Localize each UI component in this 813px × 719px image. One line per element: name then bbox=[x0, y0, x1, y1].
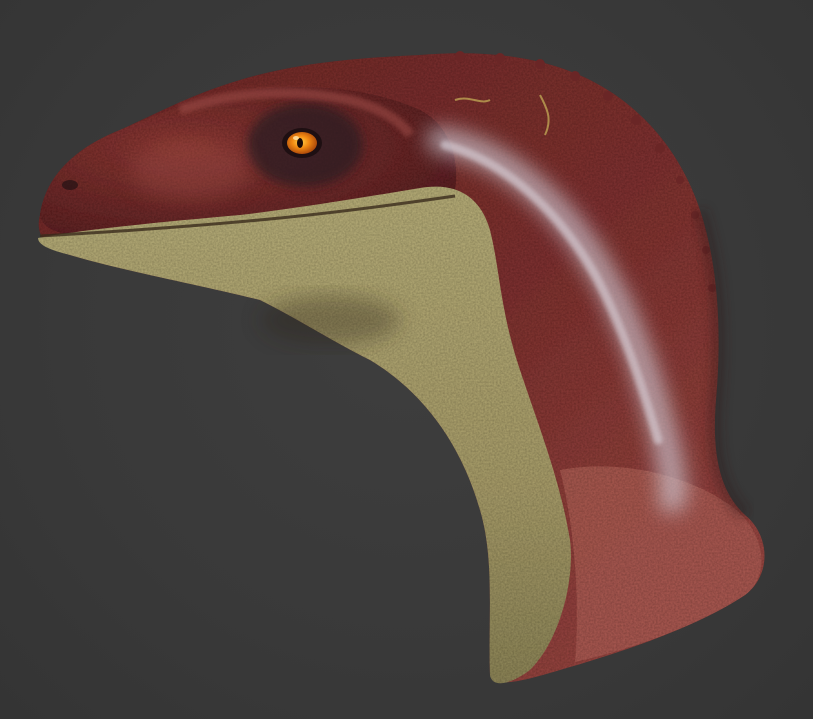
raptor-head-render bbox=[38, 51, 765, 684]
nostril bbox=[62, 180, 78, 190]
render-viewport bbox=[0, 0, 813, 719]
cheek-shade bbox=[130, 140, 250, 200]
eye-highlight bbox=[293, 136, 299, 140]
jaw-shadow bbox=[260, 295, 400, 345]
throat bbox=[38, 186, 571, 684]
eye bbox=[282, 128, 322, 158]
